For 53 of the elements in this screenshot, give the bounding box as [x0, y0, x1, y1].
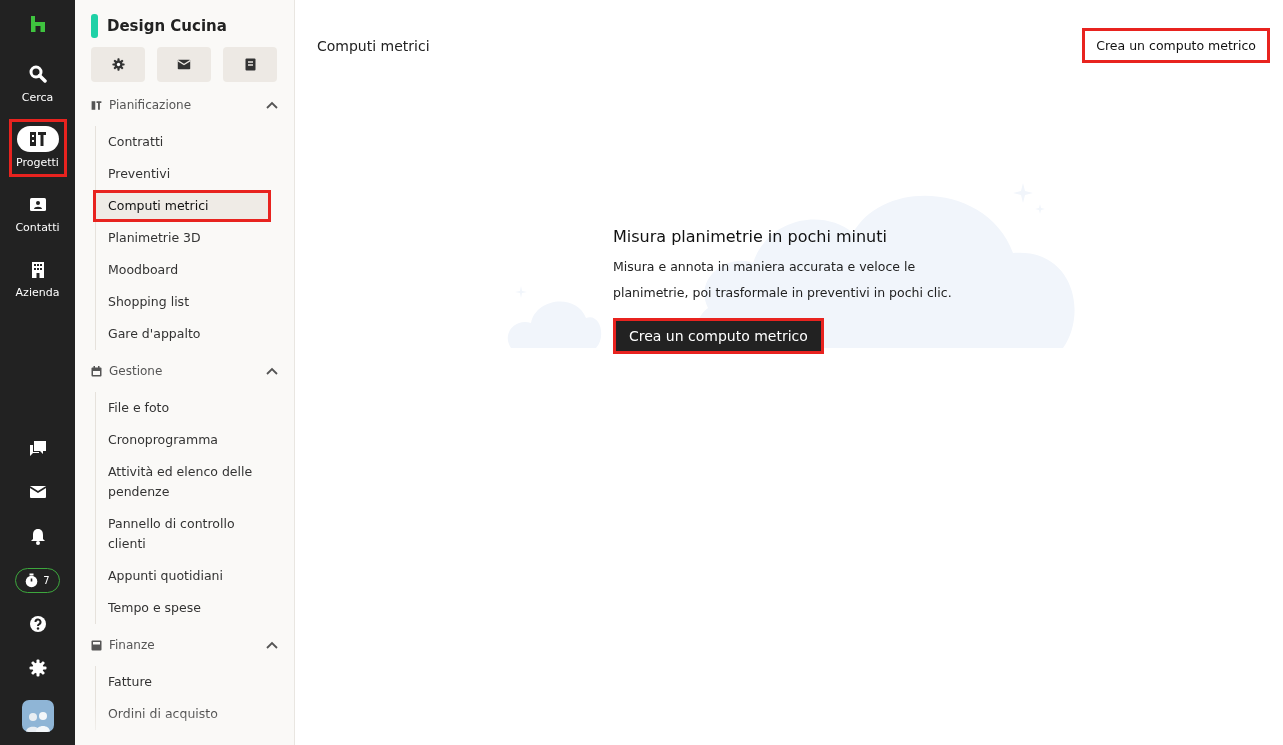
nav-link[interactable]: Planimetrie 3D [93, 222, 271, 254]
nav-link[interactable]: Appunti quotidiani [93, 560, 271, 592]
nav-item[interactable]: Cerca [8, 54, 67, 112]
empty-state-heading: Misura planimetrie in pochi minuti [613, 227, 888, 246]
chevron-icon[interactable] [266, 101, 278, 109]
help-icon[interactable] [28, 615, 47, 633]
nav-link[interactable]: Moodboard [93, 254, 271, 286]
avatar[interactable] [21, 700, 54, 732]
calculator-icon [91, 639, 102, 651]
timer-count: 7 [43, 574, 50, 586]
nav-link[interactable]: Tempo e spese [93, 592, 271, 624]
page-title: Computi metrici [317, 37, 430, 54]
chevron-icon[interactable] [266, 367, 278, 375]
nav-link[interactable]: Contratti [93, 126, 271, 158]
create-button[interactable]: Crea un computo metrico [1082, 28, 1270, 63]
nav-link[interactable]: Shopping list [93, 286, 271, 318]
nav-link[interactable]: Cronoprogramma [93, 424, 271, 456]
tools-icon [91, 99, 102, 111]
section-header[interactable]: Gestione [109, 364, 259, 378]
inbox-button[interactable] [157, 47, 211, 82]
search-icon [28, 65, 47, 83]
mail-icon [177, 59, 191, 70]
section-header[interactable]: Finanze [109, 638, 259, 652]
logo-icon[interactable] [30, 16, 45, 32]
building-icon [30, 260, 45, 278]
notes-button[interactable] [223, 47, 277, 82]
nav-link[interactable]: Computi metrici [93, 190, 271, 222]
nav-item[interactable]: Azienda [8, 249, 67, 307]
nav-link[interactable]: Pannello di controllo clienti [93, 508, 271, 560]
settings-icon[interactable] [111, 58, 125, 71]
create-button[interactable]: Crea un computo metrico [613, 318, 824, 354]
settings-icon[interactable] [28, 659, 47, 677]
stopwatch-icon [25, 572, 39, 588]
nav-link[interactable]: Fatture [93, 666, 271, 698]
contact-card-icon [28, 196, 47, 212]
chat-icon[interactable] [28, 439, 47, 457]
nav-item[interactable]: Progetti [8, 119, 67, 177]
section-header[interactable]: Pianificazione [109, 98, 259, 112]
nav-link[interactable]: Ordini di acquisto [93, 698, 271, 730]
calendar-icon [91, 365, 102, 377]
nav-link[interactable]: Attività ed elenco delle pendenze [93, 456, 271, 508]
bell-icon[interactable] [29, 527, 46, 545]
nav-link[interactable]: Gare d'appalto [93, 318, 271, 350]
empty-state-text: Misura e annota in maniera accurata e veloce le planimetrie, poi trasformale in preventivi in pochi clic. [613, 258, 953, 302]
tools-icon [28, 131, 47, 147]
mail-icon[interactable] [28, 485, 47, 499]
nav-link[interactable]: File e foto [93, 392, 271, 424]
document-icon [244, 58, 256, 71]
nav-link[interactable]: Preventivi [93, 158, 271, 190]
project-name: Design Cucina [107, 17, 227, 35]
settings-button[interactable] [91, 47, 145, 82]
chevron-icon[interactable] [266, 641, 278, 649]
nav-item[interactable]: Contatti [8, 184, 67, 242]
